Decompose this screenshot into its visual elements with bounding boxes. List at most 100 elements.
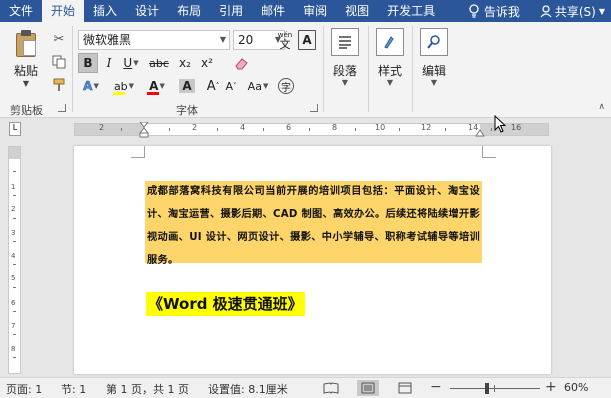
- underline-label: U: [123, 56, 133, 70]
- styles-label: 样式: [377, 64, 402, 78]
- tab-design[interactable]: 设计: [126, 0, 168, 22]
- chevron-down-icon: ▼: [93, 82, 99, 90]
- font-launcher-icon[interactable]: [310, 104, 318, 112]
- print-layout-icon[interactable]: [357, 380, 379, 396]
- cut-icon[interactable]: ✂: [50, 30, 68, 48]
- vruler-number: 8: [11, 345, 16, 353]
- vruler-number: 3: [11, 229, 16, 237]
- chevron-down-icon: ▼: [219, 35, 226, 44]
- collapse-ribbon-icon[interactable]: ∧: [598, 102, 605, 112]
- web-layout-icon[interactable]: [394, 380, 416, 396]
- editing-label: 编辑: [421, 64, 446, 78]
- strikethrough-button[interactable]: abc: [146, 53, 172, 73]
- vruler-number: 6: [11, 299, 16, 307]
- highlighted-paragraph[interactable]: 成都部落窝科技有限公司当前开展的培训项目包括：平面设计、淘宝设计、淘宝运营、摄影…: [145, 181, 482, 266]
- paragraph-text: 成都部落窝科技有限公司当前开展的培训项目包括：平面设计、淘宝设计、淘宝运营、摄影…: [147, 186, 480, 266]
- tab-review[interactable]: 审阅: [294, 0, 336, 22]
- bold-button[interactable]: B: [78, 53, 98, 73]
- shrink-font-label: A: [225, 79, 234, 93]
- status-setting[interactable]: 设置值: 8.1厘米: [208, 381, 288, 397]
- document-page[interactable]: 成都部落窝科技有限公司当前开展的培训项目包括：平面设计、淘宝设计、淘宝运营、摄影…: [74, 146, 551, 374]
- tab-file[interactable]: 文件: [0, 0, 42, 22]
- styles-button[interactable]: 样式 ▼: [370, 26, 410, 98]
- format-painter-icon[interactable]: [50, 76, 68, 94]
- read-mode-icon[interactable]: [320, 380, 342, 396]
- zoom-slider-thumb[interactable]: [485, 383, 489, 394]
- enclose-characters-button[interactable]: 字: [276, 76, 296, 96]
- share-button[interactable]: 共享(S) ▼: [534, 3, 611, 20]
- vruler-number: 2: [11, 205, 16, 213]
- ruler-number: 10: [375, 123, 386, 132]
- chevron-down-icon: ▼: [22, 79, 30, 88]
- status-page[interactable]: 页面: 1: [6, 381, 42, 397]
- zoom-out-button[interactable]: −: [430, 379, 442, 395]
- text-effects-button[interactable]: A ▼: [78, 76, 104, 96]
- superscript-button[interactable]: x²: [198, 53, 216, 73]
- zoom-in-button[interactable]: +: [545, 379, 557, 395]
- zoom-level[interactable]: 60%: [564, 381, 588, 394]
- ruler-number: 12: [421, 123, 432, 132]
- chevron-down-icon: ▼: [598, 6, 605, 16]
- eraser-icon: [235, 58, 248, 70]
- italic-button[interactable]: I: [100, 53, 118, 73]
- tab-insert[interactable]: 插入: [84, 0, 126, 22]
- change-case-button[interactable]: Aa ▼: [244, 76, 272, 96]
- character-shading-button[interactable]: A: [176, 76, 198, 96]
- styles-icon: [376, 28, 404, 56]
- right-indent-marker-icon[interactable]: [475, 129, 485, 137]
- chevron-down-icon: ▼: [159, 82, 165, 90]
- font-size-value: 20: [238, 33, 254, 47]
- font-family-value: 微软雅黑: [83, 33, 132, 47]
- grow-font-button[interactable]: A ˄: [204, 76, 222, 96]
- chevron-down-icon: ▼: [133, 59, 139, 67]
- change-case-label: Aa: [247, 79, 262, 93]
- font-family-select[interactable]: 微软雅黑 ▼: [78, 30, 230, 50]
- enclose-characters-label: 字: [278, 78, 294, 94]
- ribbon: 粘贴 ▼ ✂ 剪贴板 微软雅黑 ▼ 20 ▼ wén 文 A B I U ▼ a…: [0, 22, 611, 118]
- shrink-font-button[interactable]: A ˅: [222, 76, 240, 96]
- tab-view[interactable]: 视图: [336, 0, 378, 22]
- underline-button[interactable]: U ▼: [120, 53, 142, 73]
- highlight-color-swatch: [113, 92, 125, 95]
- indent-marker-icon[interactable]: [139, 122, 149, 138]
- ribbon-tab-bar: 文件 开始 插入 设计 布局 引用 邮件 审阅 视图 开发工具 告诉我 共享(S…: [0, 0, 611, 22]
- grow-font-label: A: [206, 78, 216, 94]
- tab-home[interactable]: 开始: [42, 0, 85, 22]
- paste-label: 粘贴: [13, 64, 38, 78]
- chevron-down-icon: ▼: [262, 82, 269, 90]
- person-icon: [540, 4, 552, 17]
- vruler-number: 4: [11, 252, 16, 260]
- course-title[interactable]: 《Word 极速贯通班》: [146, 292, 305, 316]
- ruler-number: 2: [192, 123, 198, 132]
- paragraph-label: 段落: [332, 64, 357, 78]
- ruler-number: 4: [240, 123, 246, 132]
- tell-me-label: 告诉我: [483, 4, 520, 19]
- clear-formatting-button[interactable]: [232, 53, 252, 73]
- font-group-label: 字体: [176, 104, 198, 117]
- status-section[interactable]: 节: 1: [61, 381, 86, 397]
- highlight-button[interactable]: ab ▼: [110, 76, 138, 96]
- ruler-number: 8: [332, 123, 338, 132]
- tab-developer[interactable]: 开发工具: [378, 0, 444, 22]
- tab-layout[interactable]: 布局: [168, 0, 210, 22]
- tell-me-box[interactable]: 告诉我: [462, 3, 534, 20]
- tab-references[interactable]: 引用: [210, 0, 252, 22]
- paste-button[interactable]: 粘贴 ▼: [4, 26, 48, 96]
- tab-mailings[interactable]: 邮件: [252, 0, 294, 22]
- vertical-ruler[interactable]: 1 2 3 4 5 6 7 8: [8, 146, 21, 374]
- font-color-button[interactable]: A ▼: [144, 76, 170, 96]
- editing-button[interactable]: 编辑 ▼: [414, 26, 454, 98]
- horizontal-ruler[interactable]: 2 2 4 6 8 10 12 14 16: [74, 122, 549, 138]
- tab-selector[interactable]: L: [9, 122, 21, 136]
- vruler-number: 7: [11, 322, 16, 330]
- paragraph-button[interactable]: 段落 ▼: [325, 26, 365, 98]
- character-border-button[interactable]: A: [298, 30, 316, 50]
- clipboard-launcher-icon[interactable]: [58, 104, 66, 112]
- subscript-button[interactable]: x₂: [176, 53, 194, 73]
- phonetic-guide-button[interactable]: wén 文: [274, 28, 296, 52]
- status-page-count[interactable]: 第 1 页，共 1 页: [106, 381, 189, 397]
- ruler-number: 6: [286, 123, 292, 132]
- zoom-slider[interactable]: [450, 388, 540, 389]
- phonetic-wen-char: 文: [279, 38, 291, 51]
- copy-icon[interactable]: [50, 53, 68, 71]
